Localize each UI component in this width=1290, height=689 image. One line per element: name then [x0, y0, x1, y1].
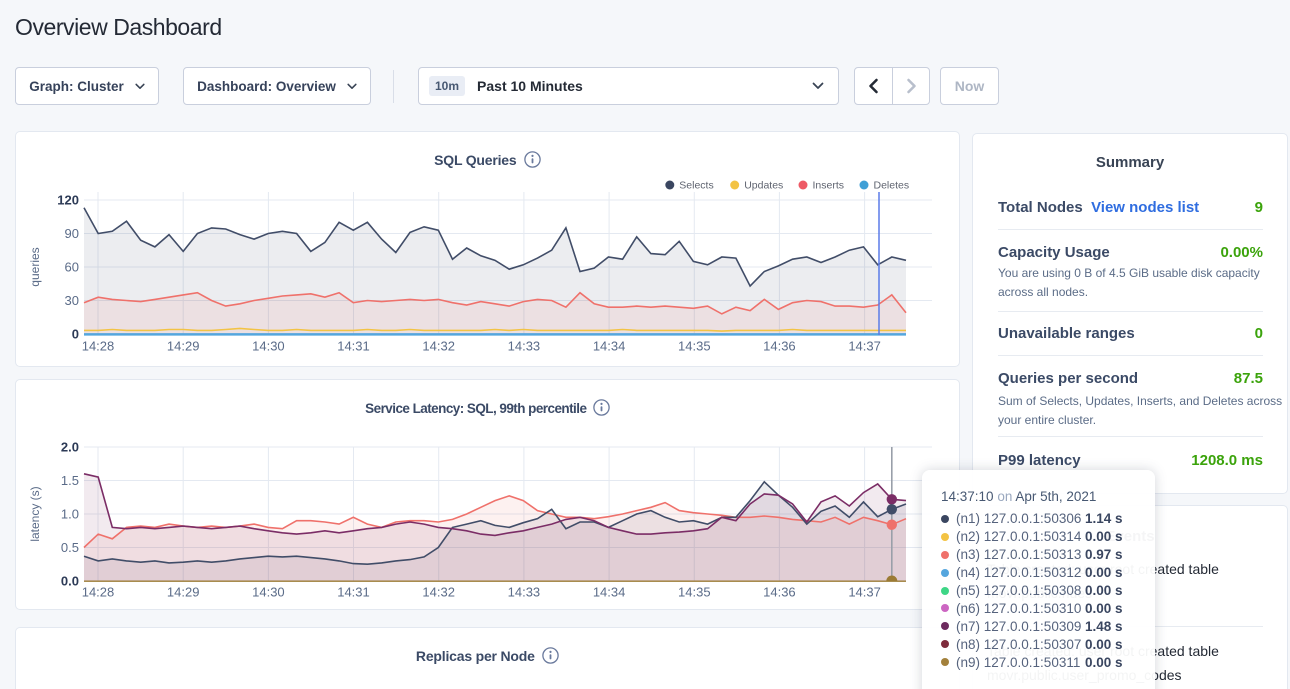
- svg-text:queries: queries: [28, 247, 42, 286]
- svg-text:14:37: 14:37: [848, 339, 881, 354]
- svg-text:120: 120: [57, 193, 79, 208]
- svg-text:Inserts: Inserts: [813, 180, 845, 192]
- svg-text:14:32: 14:32: [422, 585, 455, 600]
- svg-text:14:32: 14:32: [422, 339, 455, 354]
- svg-text:14:31: 14:31: [337, 585, 370, 600]
- svg-text:latency (s): latency (s): [28, 486, 42, 541]
- svg-text:14:29: 14:29: [167, 585, 200, 600]
- svg-text:0.5: 0.5: [61, 540, 79, 555]
- svg-text:Deletes: Deletes: [874, 180, 910, 192]
- svg-text:14:33: 14:33: [508, 585, 541, 600]
- svg-text:14:36: 14:36: [763, 585, 796, 600]
- svg-text:0.0: 0.0: [61, 574, 79, 589]
- svg-text:14:35: 14:35: [678, 585, 711, 600]
- svg-text:14:28: 14:28: [82, 585, 115, 600]
- svg-text:60: 60: [65, 260, 79, 275]
- svg-text:14:34: 14:34: [593, 339, 626, 354]
- svg-text:14:30: 14:30: [252, 339, 285, 354]
- svg-text:14:29: 14:29: [167, 339, 200, 354]
- svg-text:1.5: 1.5: [61, 473, 79, 488]
- svg-text:14:37: 14:37: [848, 585, 881, 600]
- svg-text:14:36: 14:36: [763, 339, 796, 354]
- svg-text:14:33: 14:33: [508, 339, 541, 354]
- svg-text:14:28: 14:28: [82, 339, 115, 354]
- svg-text:Selects: Selects: [679, 180, 713, 192]
- svg-text:14:35: 14:35: [678, 339, 711, 354]
- svg-text:Updates: Updates: [744, 180, 783, 192]
- svg-text:2.0: 2.0: [61, 440, 79, 455]
- svg-text:14:31: 14:31: [337, 339, 370, 354]
- svg-text:14:30: 14:30: [252, 585, 285, 600]
- svg-text:90: 90: [65, 226, 79, 241]
- svg-text:0: 0: [72, 327, 79, 342]
- svg-text:14:34: 14:34: [593, 585, 626, 600]
- svg-text:30: 30: [65, 293, 79, 308]
- svg-text:1.0: 1.0: [61, 507, 79, 522]
